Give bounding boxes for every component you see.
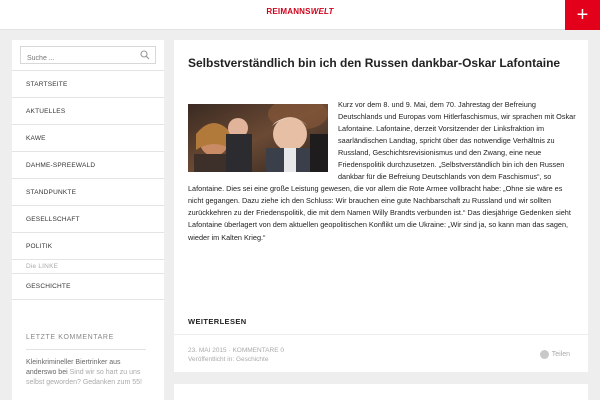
article-card: Selbstverständlich bin ich den Russen da… <box>174 40 588 372</box>
logo-text-part1: REIMANNS <box>266 7 311 16</box>
thumbnail-spacer <box>188 99 338 173</box>
sidebar-item-aktuelles[interactable]: AKTUELLES <box>12 97 164 124</box>
top-bar: REIMANNSWELT + <box>0 0 600 30</box>
sidebar-item-dahme-spreewald[interactable]: DAHME-SPREEWALD <box>12 151 164 178</box>
recent-comments-widget: LETZTE KOMMENTARE Kleinkrimineller Biert… <box>12 334 164 388</box>
search-box <box>20 46 156 67</box>
sidebar-item-geschichte[interactable]: GESCHICHTE <box>12 273 164 300</box>
sidebar: STARTSEITE AKTUELLES KAWE DAHME-SPREEWAL… <box>12 40 164 400</box>
logo-text-part2: WELT <box>310 7 334 16</box>
article-category-line: Veröffentlicht in: Geschichte <box>188 355 284 364</box>
share-label: Teilen <box>551 351 570 358</box>
sidebar-item-gesellschaft[interactable]: GESELLSCHAFT <box>12 205 164 232</box>
article-body: Kurz vor dem 8. und 9. Mai, dem 70. Jahr… <box>188 99 576 244</box>
search-icon[interactable] <box>140 50 150 60</box>
article-meta: 23. MAI 2015 · KOMMENTARE 0 Veröffentlic… <box>188 346 284 364</box>
next-article-card <box>174 384 588 400</box>
article-footer-divider <box>174 334 588 335</box>
share-button[interactable]: Teilen <box>539 350 570 359</box>
search-input[interactable] <box>21 50 131 67</box>
sidebar-subitem-die-linke[interactable]: Die LINKE <box>12 259 164 273</box>
sidebar-item-politik[interactable]: POLITIK <box>12 232 164 259</box>
sidebar-item-standpunkte[interactable]: STANDPUNKTE <box>12 178 164 205</box>
sidebar-item-startseite[interactable]: STARTSEITE <box>12 70 164 97</box>
article-date-comments[interactable]: 23. MAI 2015 · KOMMENTARE 0 <box>188 346 284 355</box>
site-logo[interactable]: REIMANNSWELT <box>0 7 600 16</box>
read-more-link[interactable]: WEITERLESEN <box>188 317 247 326</box>
category-link[interactable]: Geschichte <box>236 356 269 363</box>
widget-title: LETZTE KOMMENTARE <box>26 334 114 341</box>
share-icon <box>539 350 549 359</box>
article-title[interactable]: Selbstverständlich bin ich den Russen da… <box>188 55 574 72</box>
sidebar-nav: STARTSEITE AKTUELLES KAWE DAHME-SPREEWAL… <box>12 70 164 300</box>
category-prefix: Veröffentlicht in: <box>188 356 235 363</box>
add-button[interactable]: + <box>565 0 600 30</box>
recent-comment: Kleinkrimineller Biertrinker aus andersw… <box>12 350 164 388</box>
sidebar-item-kawe[interactable]: KAWE <box>12 124 164 151</box>
